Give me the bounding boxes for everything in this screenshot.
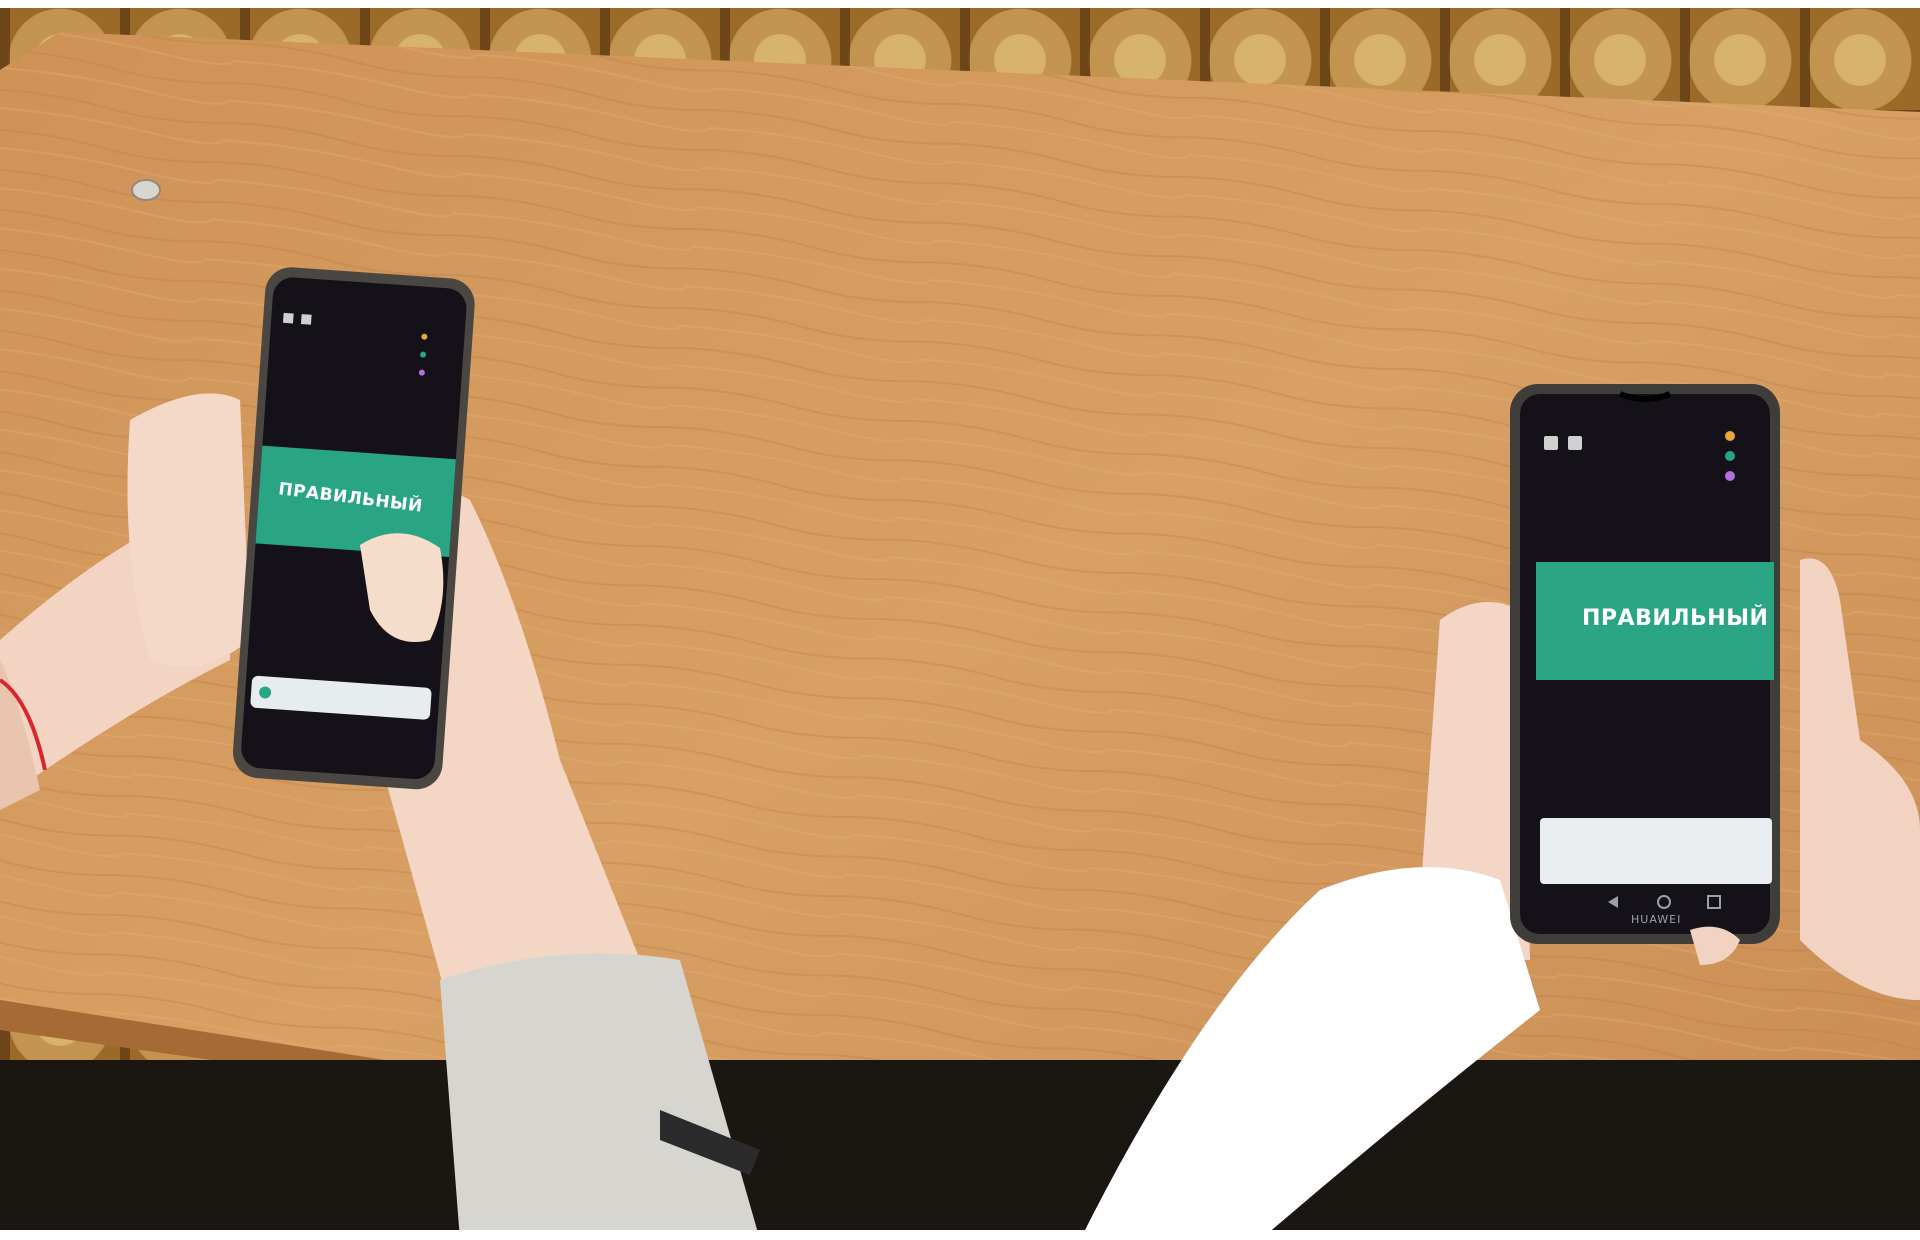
right-student-fingers (1690, 926, 1740, 965)
photo-scene: ПРАВИЛЬНЫЙ ПРАВИЛЬНЫЙ HUAWEI (0, 0, 1920, 1240)
